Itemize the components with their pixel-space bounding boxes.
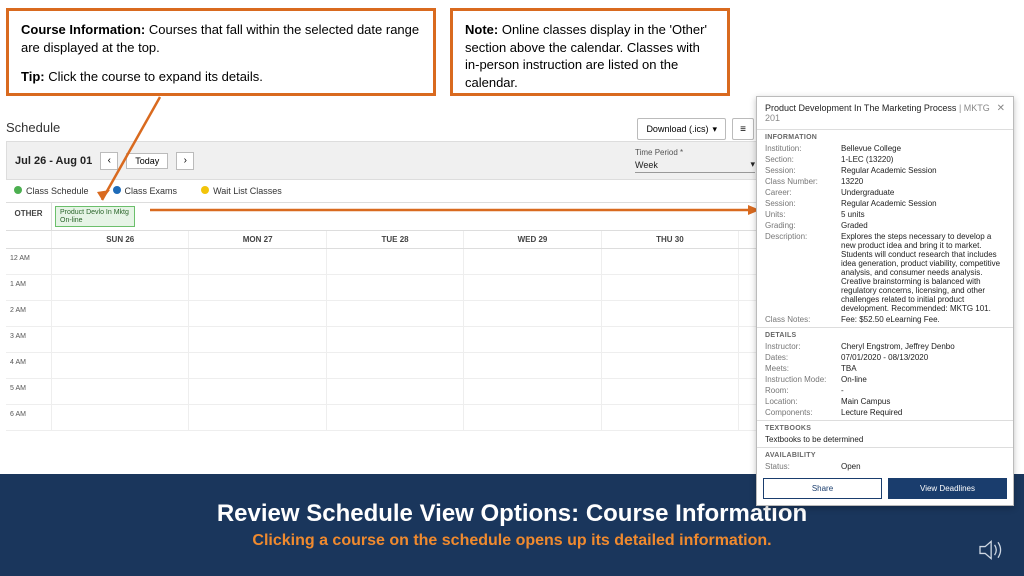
course-detail-panel: Product Development In The Marketing Pro… — [756, 96, 1014, 506]
detail-row: Institution:Bellevue College — [757, 143, 1013, 154]
detail-row: Components:Lecture Required — [757, 407, 1013, 418]
detail-row: Dates:07/01/2020 - 08/13/2020 — [757, 352, 1013, 363]
calendar-slot[interactable] — [602, 301, 739, 327]
detail-row: Session:Regular Academic Session — [757, 198, 1013, 209]
calendar-slot[interactable] — [327, 379, 464, 405]
section-label-availability: AVAILABILITY — [757, 448, 1013, 461]
calendar-slot[interactable] — [327, 353, 464, 379]
view-deadlines-button[interactable]: View Deadlines — [888, 478, 1007, 499]
section-label-info: INFORMATION — [757, 130, 1013, 143]
calendar-slot[interactable] — [52, 405, 189, 431]
next-week-button[interactable]: › — [176, 152, 194, 170]
detail-row: Instructor:Cheryl Engstrom, Jeffrey Denb… — [757, 341, 1013, 352]
detail-row: Session:Regular Academic Session — [757, 165, 1013, 176]
time-label: 6 AM — [6, 405, 52, 431]
dot-icon — [14, 186, 22, 194]
callout-course-info: Course Information: Courses that fall wi… — [6, 8, 436, 96]
calendar-slot[interactable] — [189, 353, 326, 379]
dot-icon — [113, 186, 121, 194]
time-period-select[interactable]: Time Period * Week▾ — [635, 148, 755, 173]
calendar-slot[interactable] — [327, 405, 464, 431]
footer-subtitle: Clicking a course on the schedule opens … — [252, 532, 771, 550]
list-view-button[interactable]: ≡ — [732, 118, 754, 140]
calendar-slot[interactable] — [464, 275, 601, 301]
sound-icon — [978, 538, 1006, 562]
calendar-slot[interactable] — [189, 249, 326, 275]
calendar-slot[interactable] — [327, 301, 464, 327]
calendar-slot[interactable] — [52, 301, 189, 327]
chevron-down-icon: ▾ — [712, 124, 717, 135]
detail-row: Class Notes:Fee: $52.50 eLearning Fee. — [757, 314, 1013, 325]
time-label: 2 AM — [6, 301, 52, 327]
calendar-slot[interactable] — [52, 353, 189, 379]
calendar-slot[interactable] — [189, 327, 326, 353]
detail-row: Meets:TBA — [757, 363, 1013, 374]
calendar-slot[interactable] — [464, 405, 601, 431]
calendar-slot[interactable] — [464, 353, 601, 379]
detail-title: Product Development In The Marketing Pro… — [765, 103, 997, 123]
calendar-slot[interactable] — [602, 379, 739, 405]
time-label: 1 AM — [6, 275, 52, 301]
prev-week-button[interactable]: ‹ — [100, 152, 118, 170]
date-range: Jul 26 - Aug 01 — [15, 155, 92, 167]
chevron-down-icon: ▾ — [750, 159, 755, 170]
detail-row: Description:Explores the steps necessary… — [757, 231, 1013, 314]
detail-row: Units:5 units — [757, 209, 1013, 220]
calendar-slot[interactable] — [602, 405, 739, 431]
detail-row: Career:Undergraduate — [757, 187, 1013, 198]
section-label-textbooks: TEXTBOOKS — [757, 421, 1013, 434]
calendar-slot[interactable] — [52, 379, 189, 405]
calendar-slot[interactable] — [189, 301, 326, 327]
calendar-slot[interactable] — [464, 379, 601, 405]
other-label: OTHER — [6, 203, 52, 230]
other-event-mktg[interactable]: Product Devlo In Mktg On-line — [55, 206, 135, 227]
calendar-slot[interactable] — [189, 275, 326, 301]
calendar-slot[interactable] — [327, 249, 464, 275]
detail-row: Location:Main Campus — [757, 396, 1013, 407]
calendar-slot[interactable] — [327, 275, 464, 301]
calendar-slot[interactable] — [464, 249, 601, 275]
list-icon: ≡ — [740, 124, 746, 135]
download-ics-button[interactable]: Download (.ics)▾ — [637, 118, 726, 140]
calendar-slot[interactable] — [52, 249, 189, 275]
textbooks-value: Textbooks to be determined — [757, 434, 1013, 445]
availability-row: Status:Open — [757, 461, 1013, 472]
calendar-slot[interactable] — [464, 327, 601, 353]
calendar-slot[interactable] — [327, 327, 464, 353]
calendar-slot[interactable] — [52, 327, 189, 353]
detail-row: Section:1-LEC (13220) — [757, 154, 1013, 165]
detail-row: Instruction Mode:On-line — [757, 374, 1013, 385]
calendar-slot[interactable] — [602, 327, 739, 353]
section-label-details: DETAILS — [757, 328, 1013, 341]
callout-note: Note: Online classes display in the 'Oth… — [450, 8, 730, 96]
calendar-slot[interactable] — [602, 275, 739, 301]
detail-row: Class Number:13220 — [757, 176, 1013, 187]
calendar-slot[interactable] — [602, 249, 739, 275]
calendar-slot[interactable] — [52, 275, 189, 301]
time-label: 5 AM — [6, 379, 52, 405]
calendar-slot[interactable] — [189, 379, 326, 405]
dot-icon — [201, 186, 209, 194]
detail-row: Room:- — [757, 385, 1013, 396]
footer-title: Review Schedule View Options: Course Inf… — [217, 500, 807, 528]
detail-row: Grading:Graded — [757, 220, 1013, 231]
close-icon[interactable]: ✕ — [997, 103, 1005, 123]
calendar-slot[interactable] — [602, 353, 739, 379]
calendar-slot[interactable] — [189, 405, 326, 431]
time-label: 3 AM — [6, 327, 52, 353]
calendar-slot[interactable] — [464, 301, 601, 327]
today-button[interactable]: Today — [126, 153, 168, 169]
time-label: 4 AM — [6, 353, 52, 379]
share-button[interactable]: Share — [763, 478, 882, 499]
time-label: 12 AM — [6, 249, 52, 275]
